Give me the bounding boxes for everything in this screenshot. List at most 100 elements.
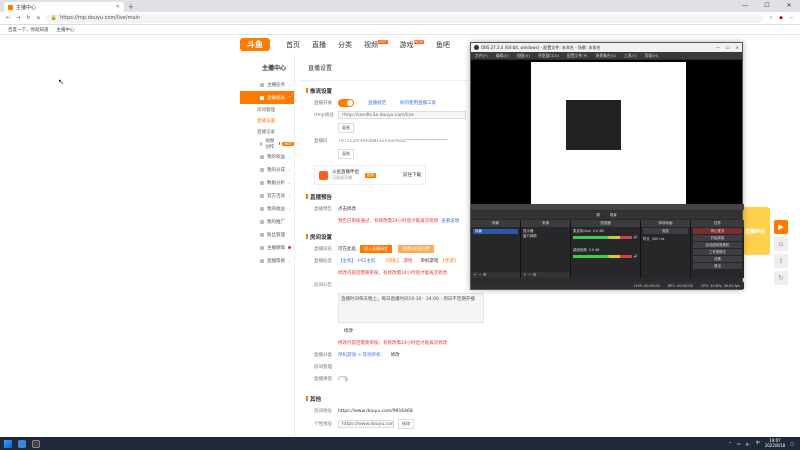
bookmark-1[interactable]: 百度一下，你就知道 [8, 27, 49, 33]
sidebar-item-help[interactable]: 直播帮助 ⌄ [240, 254, 294, 267]
close-window-icon[interactable]: ✕ [778, 0, 800, 12]
tag-1[interactable]: 【主机】 [338, 258, 356, 264]
share-icon[interactable]: ⇪ [774, 254, 788, 268]
close-tab-icon[interactable]: ✕ [116, 4, 120, 10]
mixer-meter-mic[interactable]: 🔊 [571, 234, 640, 240]
duration-value[interactable]: 300 ms [652, 237, 665, 241]
popup-toggle[interactable] [338, 376, 348, 383]
scenes-tab[interactable]: 场景 [610, 213, 617, 218]
exit-button[interactable]: 退出 [693, 263, 742, 269]
sidebar-item-share[interactable]: 我的分成 ⌄ [240, 163, 294, 176]
tag-4[interactable]: 游戏 [403, 258, 412, 264]
notification-icon[interactable]: ▢ [790, 441, 794, 446]
sidebar-sub-settings[interactable]: 直播设置 [240, 115, 294, 126]
menu-edit[interactable]: 编辑(E) [496, 53, 509, 59]
notice-textarea[interactable]: 直播时间每天晚上，每日直播时间19:30 - 24:00 - 周日不定期开播 [338, 293, 484, 323]
menu-file[interactable]: 文件(F) [475, 53, 488, 59]
share-url-field[interactable]: https://www.douyu.com/ [338, 420, 394, 428]
settings-button[interactable]: 设置 [693, 256, 742, 262]
copy-key-button[interactable]: 复制 [338, 149, 354, 159]
edge-icon[interactable] [18, 439, 26, 448]
tag-5[interactable]: 单机游戏 [420, 258, 438, 264]
nav-category[interactable]: 分类 [338, 40, 352, 50]
sidebar-item-events[interactable]: 官方活动 ⌄ [240, 189, 294, 202]
play-icon[interactable]: ▶ [774, 220, 788, 234]
sidebar-item-video[interactable]: 视频创作 HOT [240, 137, 294, 150]
mixer-meter-desktop[interactable]: 🔊 [571, 253, 640, 259]
nav-live[interactable]: 直播 [312, 40, 326, 50]
volume-icon[interactable]: 🔈 [746, 441, 751, 446]
sidebar-item-fans[interactable]: 粉丝管理 [240, 228, 294, 241]
sidebar-item-live[interactable]: 直播相关 ⌃ [240, 91, 294, 104]
sources-tab[interactable]: 源 [596, 213, 600, 218]
chevron-up-icon[interactable]: ⌃ [729, 441, 732, 446]
start-recording-button[interactable]: 开始录制 [693, 235, 742, 241]
menu-docks[interactable]: 停靠窗口(D) [538, 53, 559, 59]
reload-icon[interactable]: ↻ [26, 15, 30, 21]
room-name-button[interactable]: 进入直播间名 [360, 245, 392, 253]
live-companion-banner[interactable]: 直播伴侣 [740, 207, 770, 255]
sidebar-item-income[interactable]: 我的收益 ⌄ [240, 202, 294, 215]
link-tool-help[interactable]: 如何使用直播工具 [400, 100, 436, 106]
source-item-window[interactable]: 窗口捕获 [523, 234, 568, 239]
speaker-icon[interactable]: 🔊 [634, 254, 638, 258]
star-icon[interactable]: ☆ [769, 15, 773, 21]
nav-game[interactable]: 游戏NEW [400, 40, 424, 50]
minimize-icon[interactable]: — [716, 45, 720, 50]
virtual-camera-button[interactable]: 启动虚拟摄像机 [693, 242, 742, 248]
category-edit-button[interactable]: 修改 [391, 352, 400, 358]
minimize-icon[interactable]: — [734, 0, 756, 12]
live-switch-toggle[interactable] [338, 99, 354, 107]
scene-item[interactable]: 场景 [473, 229, 518, 234]
menu-profile[interactable]: 配置文件(P) [567, 53, 587, 59]
link-rules[interactable]: 直播规范 [368, 100, 386, 106]
rtmp-field[interactable]: rtmp://sendtc3a.douyu.com/live [338, 111, 466, 119]
browser-tab[interactable]: 主播中心 ✕ [4, 2, 124, 12]
preview-value[interactable]: 点击修改 [338, 206, 356, 212]
nav-home[interactable]: 首页 [286, 40, 300, 50]
sidebar-item-promo[interactable]: 我的推广 [240, 215, 294, 228]
nav-video[interactable]: 视频HOT [364, 40, 388, 50]
room-cover-button[interactable]: 直播间封面设置 [398, 245, 434, 253]
bookmark-2[interactable]: 主播中心 [57, 27, 75, 33]
back-icon[interactable]: ← [6, 15, 10, 21]
sidebar-sub-records[interactable]: 直播记录 [240, 126, 294, 137]
tag-6[interactable]: 【手游】 [440, 258, 458, 264]
menu-help[interactable]: 帮助(H) [645, 53, 658, 59]
obs-taskbar-icon[interactable] [32, 439, 40, 448]
sidebar-item-tasks[interactable]: 主播任务 ⌄ [240, 78, 294, 91]
sidebar-item-rights[interactable]: 我的权益 ⌄ [240, 150, 294, 163]
preview-help-link[interactable]: 查看说明 [441, 218, 459, 224]
clock[interactable]: 19:07 2022/8/18 [765, 438, 786, 448]
menu-tools[interactable]: 工具(T) [624, 53, 637, 59]
maximize-icon[interactable]: ☐ [726, 45, 730, 50]
douyu-logo[interactable]: 斗鱼 [240, 38, 270, 51]
new-tab-icon[interactable]: + [128, 3, 134, 11]
forward-icon[interactable]: → [16, 15, 20, 21]
tag-2[interactable]: PS5主机 [358, 258, 375, 264]
ime-icon[interactable]: 中 [756, 440, 760, 446]
close-window-icon[interactable]: ✕ [736, 45, 739, 50]
share-url-button[interactable]: 修改 [398, 419, 414, 429]
stop-stream-button[interactable]: 停止推流 [693, 228, 742, 234]
room-url[interactable]: https://www.douyu.com/9916468 [338, 409, 413, 414]
sidebar-item-data[interactable]: 数据分析 ⌄ [240, 176, 294, 189]
menu-scene-collection[interactable]: 场景集合(S) [595, 53, 616, 59]
category-value[interactable]: 单机游戏 > 其他单机 [338, 352, 381, 358]
network-icon[interactable]: ▭ [737, 441, 741, 446]
tag-3[interactable]: 【单机】 [383, 258, 401, 264]
extensions-icon[interactable]: ◆ [779, 15, 783, 21]
home-icon[interactable]: ⌂ [37, 15, 40, 21]
copy-rtmp-button[interactable]: 复制 [338, 123, 354, 133]
speaker-icon[interactable]: 🔊 [634, 235, 638, 239]
maximize-icon[interactable]: ☐ [756, 0, 778, 12]
menu-view[interactable]: 视图(V) [517, 53, 530, 59]
download-button[interactable]: 前往下载 [403, 172, 421, 178]
windows-start-icon[interactable] [4, 439, 12, 448]
nav-yuba[interactable]: 鱼吧 [436, 40, 450, 50]
notice-edit-button[interactable]: 修改 [344, 328, 353, 334]
sidebar-item-guarantee[interactable]: 主播保障 [240, 241, 294, 254]
url-input[interactable]: 🔒 https://mp.douyu.com/live/main [45, 13, 763, 23]
transition-select[interactable]: 渐变 [643, 228, 688, 234]
home-icon[interactable]: ⌂ [774, 237, 788, 251]
